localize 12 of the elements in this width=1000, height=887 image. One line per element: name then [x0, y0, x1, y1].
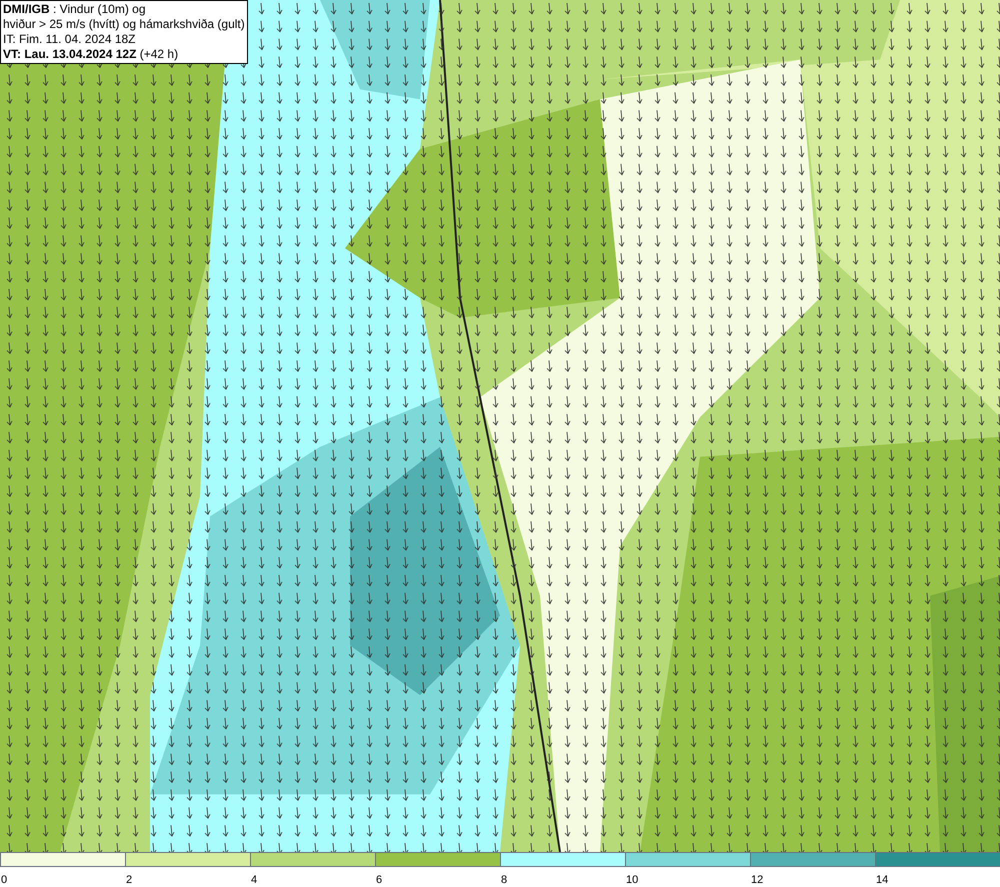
legend-tick-label: 14	[875, 873, 888, 887]
legend-tick-label: 4	[250, 873, 258, 887]
legend-tick-label: 10	[625, 873, 638, 887]
legend-tick-label: 12	[750, 873, 764, 887]
legend-tick-label: 2	[125, 873, 132, 887]
header-text: hviður > 25 m/s (hvítt) og hámarkshviða (gult)	[3, 17, 245, 32]
header-text: DMI/IGB : Vindur (10m) og	[3, 2, 146, 17]
legend-tick-label: 0	[0, 873, 8, 887]
legend-tick-label: 6	[375, 873, 382, 887]
legend-tick-label: 8	[500, 873, 508, 887]
header-text: IT: Fim. 11. 04. 2024 18Z	[3, 32, 137, 47]
header-text: VT: Lau. 13.04.2024 12Z (+42 h)	[3, 47, 180, 62]
